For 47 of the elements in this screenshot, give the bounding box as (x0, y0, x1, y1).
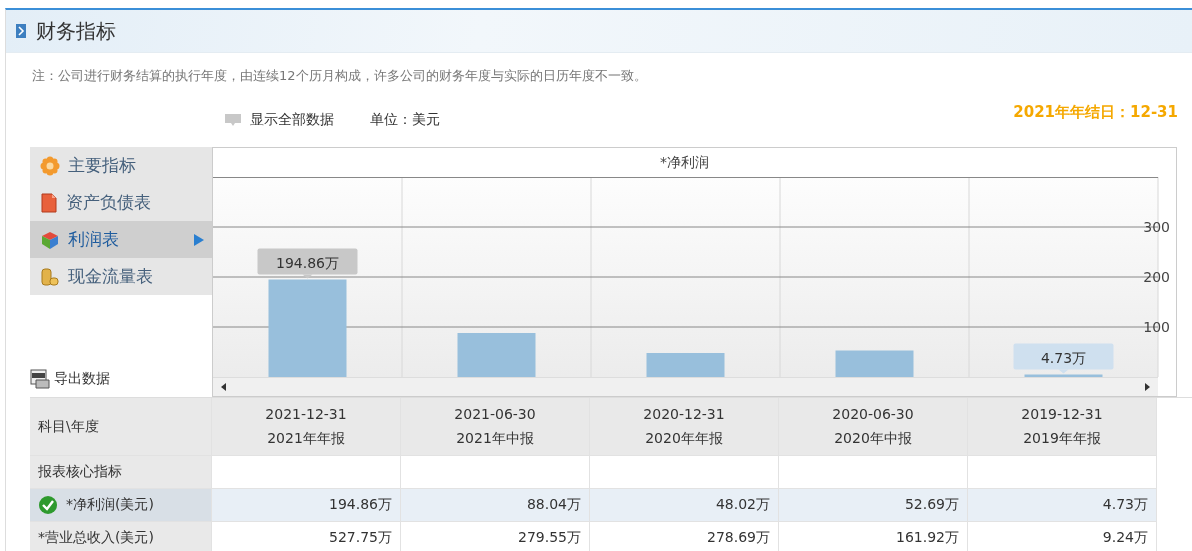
flower-icon (40, 155, 60, 176)
axis-tick-label: 200 (1143, 269, 1170, 285)
report-name: 2021年中报 (456, 429, 534, 448)
checkmark-icon (38, 495, 58, 515)
period-date: 2020-12-31 (643, 405, 725, 422)
coins-icon (40, 266, 60, 287)
export-data-button[interactable]: 导出数据 (30, 369, 212, 389)
axis-tick-label: 300 (1143, 219, 1170, 235)
sidebar-item[interactable]: 现金流量表 (30, 258, 212, 295)
report-name: 2020年中报 (834, 429, 912, 448)
sidebar-item[interactable]: 资产负债表 (30, 184, 212, 221)
year-end-label: 2021年年结日：12-31 (1013, 103, 1178, 122)
scroll-left-icon[interactable] (221, 383, 226, 391)
chart-title: *净利润 (659, 153, 710, 172)
row-label[interactable]: *营业总收入(美元) (30, 522, 212, 551)
spreadsheet-icon (30, 369, 50, 389)
scroll-right-icon[interactable] (1145, 383, 1150, 391)
arrow-right-icon (194, 234, 204, 246)
chevron-icon (16, 24, 26, 38)
scrollbar[interactable] (213, 377, 1158, 396)
value-tooltip: 4.73万 (1013, 343, 1114, 374)
report-name: 2019年年报 (1023, 429, 1101, 448)
row-label[interactable]: *净利润(美元) (30, 489, 212, 522)
report-name: 2021年年报 (267, 429, 345, 448)
note-text: 注：公司进行财务结算的执行年度，由连续12个历月构成，许多公司的财务年度与实际的日历年度不一致。 (31, 67, 648, 85)
axis-tick-label: 100 (1143, 319, 1170, 335)
unit-label: 单位：美元 (370, 111, 440, 129)
table-cell: 4.73万 (968, 489, 1157, 522)
table-cell: 48.02万 (590, 489, 779, 522)
page-title: 财务指标 (36, 17, 116, 45)
document-icon (40, 192, 58, 213)
sidebar-item[interactable]: 利润表 (30, 221, 212, 258)
table-cell: 88.04万 (401, 489, 590, 522)
table-header-cell: 科目\年度 (30, 398, 212, 456)
speech-bubble-icon (224, 113, 242, 127)
value-tooltip: 194.86万 (257, 248, 358, 279)
report-name: 2020年年报 (645, 429, 723, 448)
show-all-data-button[interactable]: 显示全部数据 (224, 111, 334, 129)
period-date: 2021-06-30 (454, 405, 536, 422)
sidebar-item[interactable]: 主要指标 (30, 147, 212, 184)
period-date: 2021-12-31 (265, 405, 347, 422)
period-date: 2020-06-30 (832, 405, 914, 422)
cube-icon (40, 229, 60, 250)
table-cell: 52.69万 (779, 489, 968, 522)
table-cell: 194.86万 (212, 489, 401, 522)
section-label: 报表核心指标 (30, 456, 212, 489)
period-date: 2019-12-31 (1021, 405, 1103, 422)
